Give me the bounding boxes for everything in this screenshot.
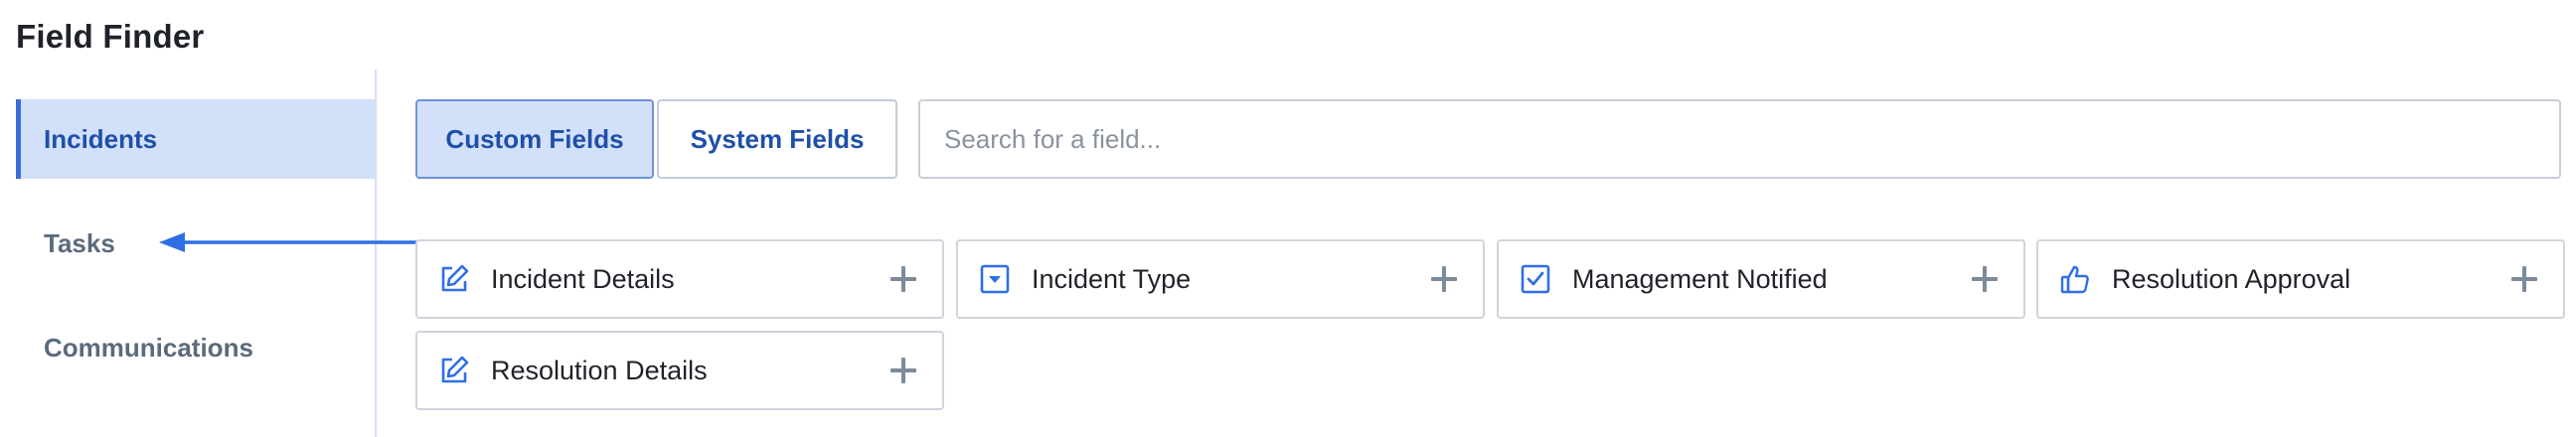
add-icon[interactable] [888,356,918,385]
sidebar-item-incidents[interactable]: Incidents [16,99,375,179]
edit-icon [437,262,471,296]
add-icon[interactable] [1429,264,1459,294]
dropdown-select-icon [978,262,1012,296]
edit-icon [437,354,471,387]
field-type-tabs: Custom Fields System Fields [415,99,897,179]
field-label: Resolution Approval [2112,263,2351,294]
field-card-resolution-approval[interactable]: Resolution Approval [2036,239,2565,319]
add-icon[interactable] [2509,264,2539,294]
tab-custom-fields[interactable]: Custom Fields [415,99,654,179]
sidebar-item-label: Tasks [44,227,115,258]
add-icon[interactable] [1970,264,2000,294]
search-input[interactable] [918,99,2561,179]
add-icon[interactable] [888,264,918,294]
sidebar-item-label: Communications [44,332,253,363]
checkbox-icon [1519,262,1552,296]
field-card-resolution-details[interactable]: Resolution Details [415,331,944,410]
page-title: Field Finder [16,18,205,55]
field-card-incident-type[interactable]: Incident Type [956,239,1485,319]
thumbs-up-icon [2058,262,2092,296]
tab-label: System Fields [690,123,865,154]
tab-label: Custom Fields [445,123,624,154]
field-label: Management Notified [1572,263,1828,294]
drag-arrow-indicator [159,232,417,252]
sidebar-item-label: Incidents [44,123,158,154]
field-label: Incident Type [1032,263,1192,294]
field-label: Resolution Details [491,355,708,385]
field-card-incident-details[interactable]: Incident Details [415,239,944,319]
tab-system-fields[interactable]: System Fields [657,99,897,179]
sidebar-item-communications[interactable]: Communications [16,308,375,387]
field-label: Incident Details [491,263,675,294]
field-card-management-notified[interactable]: Management Notified [1497,239,2025,319]
